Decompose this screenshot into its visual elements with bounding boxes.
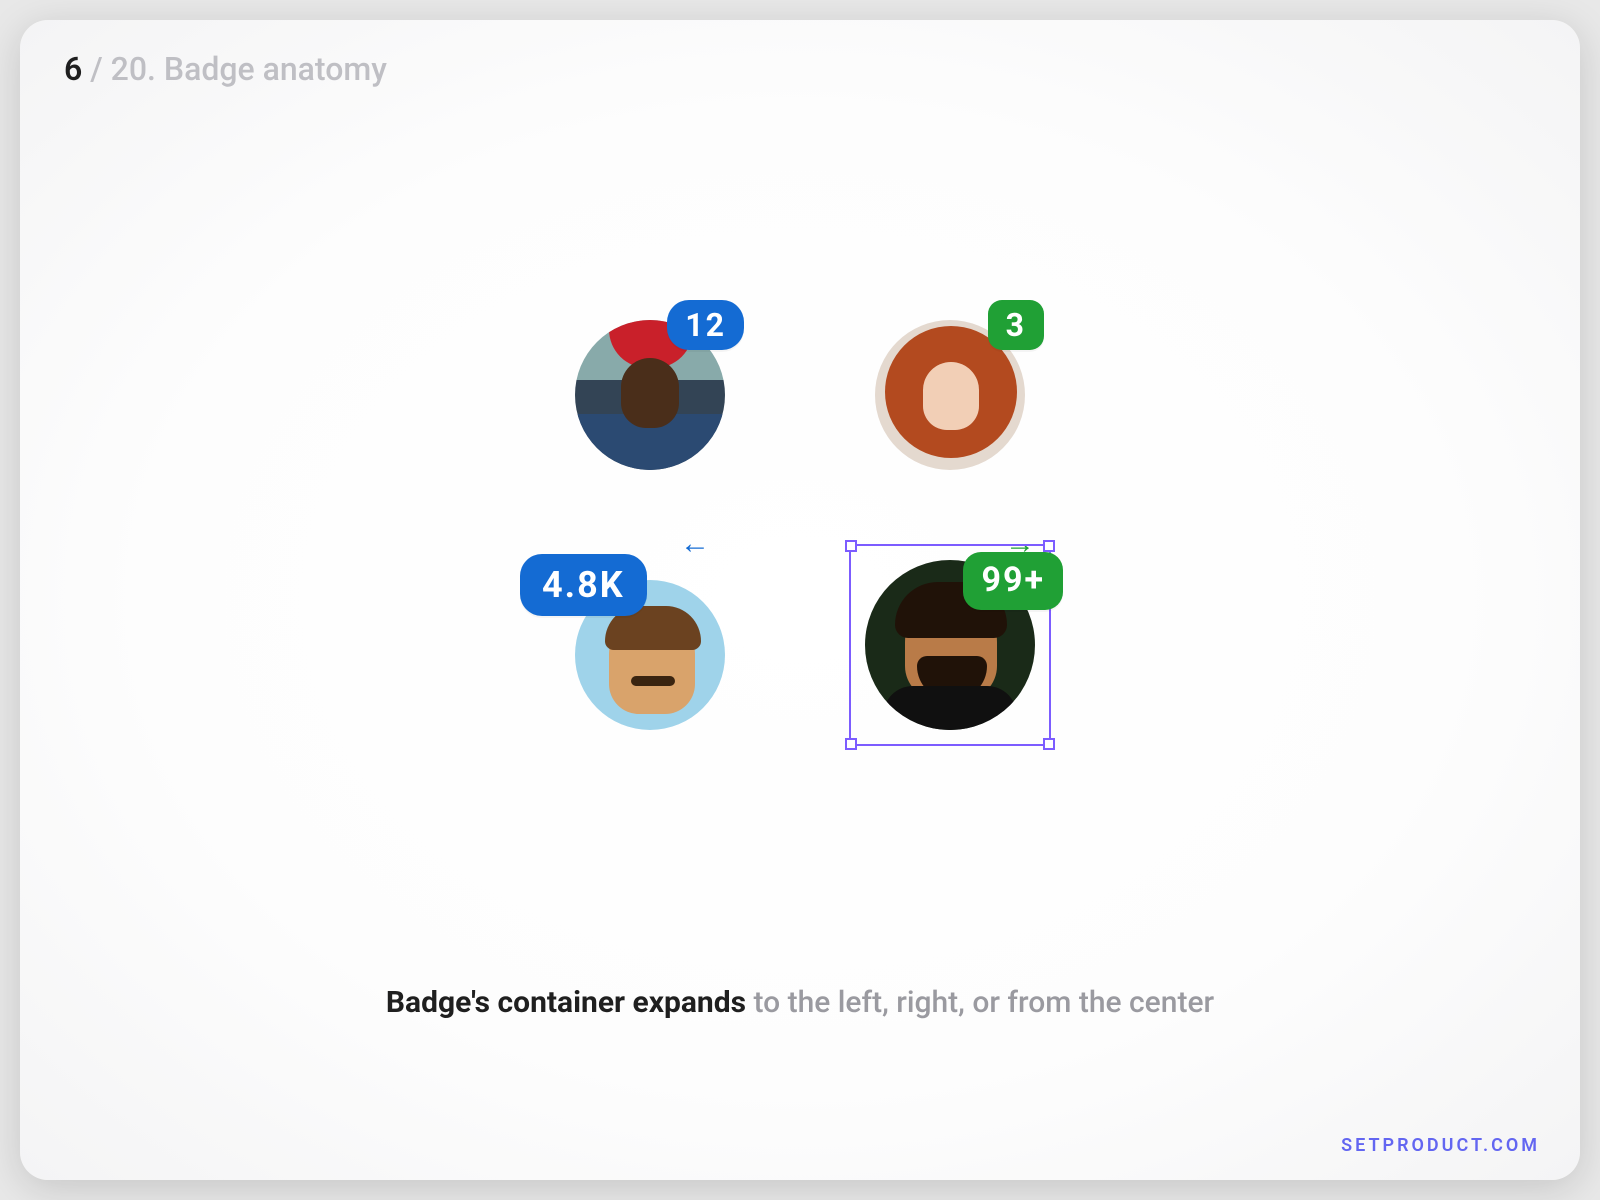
example-bottom-left: ← 4.8K (560, 540, 740, 720)
resize-handle-tr[interactable] (1043, 540, 1055, 552)
resize-handle-br[interactable] (1043, 738, 1055, 750)
page-current: 6 (64, 50, 82, 88)
stage: 12 3 ← 4.8K → 99+ (20, 300, 1580, 860)
page-title: 20. Badge anatomy (111, 50, 387, 88)
resize-handle-tl[interactable] (845, 540, 857, 552)
resize-handle-bl[interactable] (845, 738, 857, 750)
badge: 4.8K (520, 554, 647, 616)
caption-rest: to the left, right, or from the center (746, 985, 1214, 1020)
example-bottom-right: → 99+ (845, 540, 1055, 750)
caption: Badge's container expands to the left, r… (20, 985, 1580, 1020)
examples-grid: 12 3 ← 4.8K → 99+ (540, 300, 1060, 800)
badge: 3 (988, 300, 1044, 350)
caption-strong: Badge's container expands (386, 985, 746, 1020)
example-top-left: 12 (560, 300, 740, 480)
example-top-right: 3 (860, 300, 1040, 480)
badge: 12 (667, 300, 744, 350)
page-indicator: 6 / 20. Badge anatomy (64, 50, 387, 88)
badge: 99+ (963, 552, 1063, 610)
watermark: SETPRODUCT.COM (1341, 1135, 1540, 1156)
arrow-left-icon: ← (680, 526, 710, 561)
page-sep: / (82, 50, 110, 88)
slide-card: 6 / 20. Badge anatomy 12 3 ← 4.8K → (20, 20, 1580, 1180)
